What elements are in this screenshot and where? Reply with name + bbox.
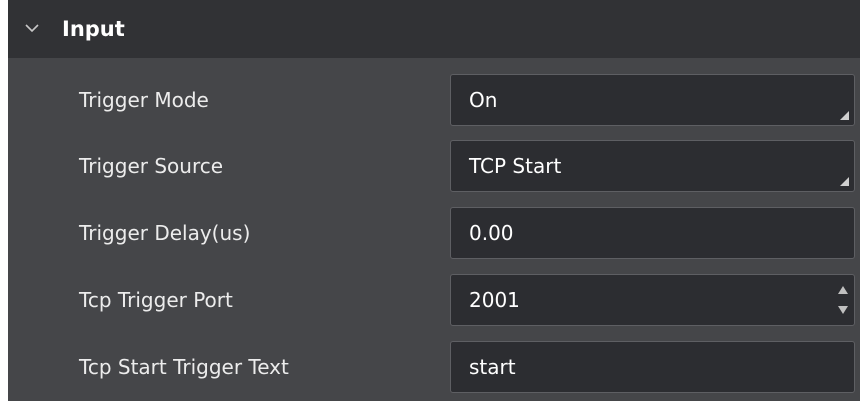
tcp-start-trigger-text-label: Tcp Start Trigger Text xyxy=(79,355,289,379)
tcp-trigger-port-value: 2001 xyxy=(469,288,520,312)
trigger-source-dropdown[interactable]: TCP Start xyxy=(450,140,855,192)
trigger-mode-label: Trigger Mode xyxy=(79,88,209,112)
property-row-tcp-start-trigger-text: Tcp Start Trigger Text start xyxy=(8,337,860,397)
trigger-delay-value: 0.00 xyxy=(469,221,514,245)
tcp-trigger-port-spinbox[interactable]: 2001 xyxy=(450,274,855,326)
trigger-mode-dropdown[interactable]: On xyxy=(450,74,855,126)
spin-up-icon[interactable] xyxy=(836,284,850,296)
trigger-mode-value: On xyxy=(469,88,498,112)
trigger-delay-input[interactable]: 0.00 xyxy=(450,207,855,259)
trigger-source-value: TCP Start xyxy=(469,154,562,178)
trigger-delay-label: Trigger Delay(us) xyxy=(79,221,251,245)
property-row-trigger-source: Trigger Source TCP Start xyxy=(8,136,860,196)
dropdown-corner-icon xyxy=(840,177,849,186)
spin-down-icon[interactable] xyxy=(836,304,850,316)
property-row-trigger-mode: Trigger Mode On xyxy=(8,70,860,130)
section-title: Input xyxy=(62,17,125,41)
properties-panel: Input Trigger Mode On Trigger Source TCP… xyxy=(8,0,860,401)
property-row-tcp-trigger-port: Tcp Trigger Port 2001 xyxy=(8,270,860,330)
dropdown-corner-icon xyxy=(840,111,849,120)
chevron-down-icon[interactable] xyxy=(20,16,44,40)
tcp-start-trigger-text-input[interactable]: start xyxy=(450,341,855,393)
spin-buttons xyxy=(832,275,854,325)
trigger-source-label: Trigger Source xyxy=(79,154,224,178)
property-row-trigger-delay: Trigger Delay(us) 0.00 xyxy=(8,203,860,263)
tcp-start-trigger-text-value: start xyxy=(469,355,516,379)
tcp-trigger-port-label: Tcp Trigger Port xyxy=(79,288,233,312)
section-header-input[interactable]: Input xyxy=(8,0,860,58)
